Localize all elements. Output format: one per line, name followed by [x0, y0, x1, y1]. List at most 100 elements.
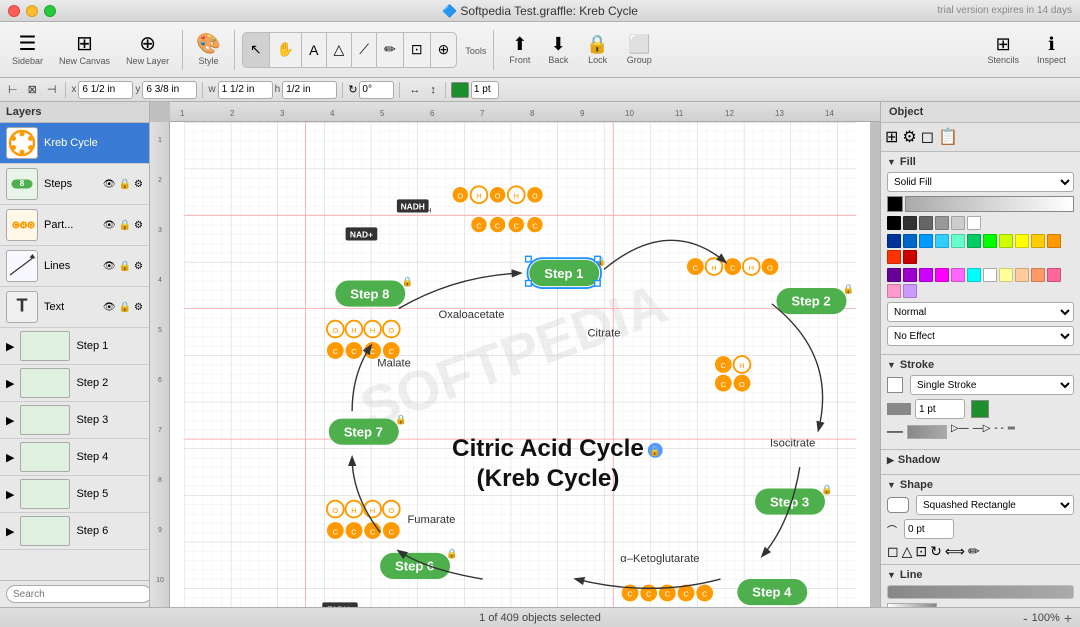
panel-icon-gear[interactable]: ⚙	[902, 127, 916, 147]
shadow-header[interactable]: ▶ Shadow	[887, 454, 1074, 466]
style-button[interactable]: 🎨 Style	[190, 32, 227, 68]
swatch-p6[interactable]	[967, 268, 981, 282]
swatch-p9[interactable]	[1015, 268, 1029, 282]
zoom-tool[interactable]: ⊕	[431, 33, 457, 67]
lock-icon-lines[interactable]: 🔒	[119, 261, 131, 272]
swatch-lightgray[interactable]	[951, 216, 965, 230]
swatch-11[interactable]	[1047, 234, 1061, 248]
eye-icon-steps[interactable]: 👁	[103, 179, 116, 190]
new-layer-button[interactable]: ⊕ New Layer	[120, 32, 175, 68]
y-input[interactable]	[142, 81, 197, 99]
minimize-button[interactable]	[26, 5, 38, 17]
align-right[interactable]: ⊣	[43, 82, 61, 97]
stroke-end-cap[interactable]: —▷	[973, 423, 991, 441]
align-left[interactable]: ⊢	[4, 82, 22, 97]
eye-icon-part[interactable]: 👁	[103, 220, 116, 231]
lock-button[interactable]: 🔒 Lock	[578, 30, 616, 69]
step-expand-6[interactable]: ▶ Step 6	[0, 513, 149, 550]
flip-h[interactable]: ↔	[405, 83, 424, 97]
inspect-button[interactable]: ℹ Inspect	[1029, 30, 1074, 69]
swatch-9[interactable]	[1015, 234, 1029, 248]
group-button[interactable]: ⬜ Group	[619, 30, 660, 69]
blend-mode-select[interactable]: Normal	[887, 302, 1074, 322]
step-expand-2[interactable]: ▶ Step 2	[0, 365, 149, 402]
stroke-width-input[interactable]	[471, 81, 499, 99]
step-expand-3[interactable]: ▶ Step 3	[0, 402, 149, 439]
fill-opacity-slider[interactable]	[905, 196, 1074, 212]
shape-edit-tool[interactable]: ✏	[968, 543, 980, 560]
settings-icon-lines[interactable]: ⚙	[134, 261, 143, 272]
canvas-container[interactable]: 1 2 3 4 5 6 7 8 9 10 11 12 13 14	[150, 102, 880, 607]
swatch-p8[interactable]	[999, 268, 1013, 282]
shape-wedge-tool[interactable]: △	[902, 543, 913, 560]
swatch-6[interactable]	[967, 234, 981, 248]
swatch-p11[interactable]	[1047, 268, 1061, 282]
shape-mirror-tool[interactable]: ⟺	[945, 543, 965, 560]
corner-input[interactable]	[904, 519, 954, 539]
maximize-button[interactable]	[44, 5, 56, 17]
stroke-color-preview[interactable]	[887, 377, 903, 393]
line-type-bar[interactable]	[887, 585, 1074, 599]
swatch-p4[interactable]	[935, 268, 949, 282]
shape-rotate-tool[interactable]: ↻	[930, 543, 942, 560]
layer-item-part[interactable]: C H O Part... 👁 🔒 ⚙	[0, 205, 149, 246]
swatch-p3[interactable]	[919, 268, 933, 282]
magnet-tool[interactable]: ⊡	[404, 33, 431, 67]
swatch-p12[interactable]	[887, 284, 901, 298]
front-button[interactable]: ⬆ Front	[501, 30, 538, 69]
select-tool[interactable]: ↖	[243, 33, 270, 67]
eye-icon-text[interactable]: 👁	[103, 302, 116, 313]
stroke-dash-style[interactable]: - -	[994, 423, 1003, 441]
stroke-color-well[interactable]	[451, 82, 469, 98]
stroke-width-field[interactable]	[915, 399, 965, 419]
layer-item-text[interactable]: T Text 👁 🔒 ⚙	[0, 287, 149, 328]
settings-icon-text[interactable]: ⚙	[134, 302, 143, 313]
swatch-7[interactable]	[983, 234, 997, 248]
sidebar-search[interactable]	[6, 585, 150, 603]
swatch-10[interactable]	[1031, 234, 1045, 248]
swatch-p10[interactable]	[1031, 268, 1045, 282]
swatch-p1[interactable]	[887, 268, 901, 282]
back-button[interactable]: ⬇ Back	[540, 30, 576, 69]
layer-item-steps[interactable]: 8 Steps 👁 🔒 ⚙	[0, 164, 149, 205]
stencils-button[interactable]: ⊞ Stencils	[979, 30, 1027, 69]
fill-header[interactable]: ▼ Fill	[887, 156, 1074, 168]
lock-icon-steps[interactable]: 🔒	[119, 179, 131, 190]
x-input[interactable]	[78, 81, 133, 99]
shape-resize-tool[interactable]: ⊡	[915, 543, 927, 560]
stroke-color-swatch[interactable]	[971, 400, 989, 418]
line-header[interactable]: ▼ Line	[887, 569, 1074, 581]
swatch-4[interactable]	[935, 234, 949, 248]
step-expand-1[interactable]: ▶ Step 1	[0, 328, 149, 365]
zoom-out-btn[interactable]: -	[1023, 610, 1028, 626]
line-tool[interactable]: ⟋	[352, 33, 377, 67]
sidebar-toggle[interactable]: ☰ Sidebar	[6, 32, 49, 68]
swatch-3[interactable]	[919, 234, 933, 248]
stroke-start-cap[interactable]: ▷—	[951, 423, 969, 441]
shape-arc-tool[interactable]: ◻	[887, 543, 899, 560]
step-expand-5[interactable]: ▶ Step 5	[0, 476, 149, 513]
stroke-type-select[interactable]: Single Stroke	[910, 375, 1074, 395]
lock-icon-text[interactable]: 🔒	[119, 302, 131, 313]
settings-icon-part[interactable]: ⚙	[134, 220, 143, 231]
shape-header[interactable]: ▼ Shape	[887, 479, 1074, 491]
swatch-black[interactable]	[887, 216, 901, 230]
swatch-p2[interactable]	[903, 268, 917, 282]
layer-item-kreb-cycle[interactable]: Kreb Cycle	[0, 123, 149, 164]
text-tool[interactable]: A	[302, 33, 326, 67]
align-center-h[interactable]: ⊠	[24, 82, 41, 97]
pen-tool[interactable]: ✏	[377, 33, 404, 67]
canvas-area[interactable]: 1 2 3 4 5 6 7 8 9 10 11 12 13 14	[150, 102, 880, 607]
fill-type-select[interactable]: Solid Fill	[887, 172, 1074, 192]
panel-icon-box[interactable]: ◻	[921, 127, 934, 147]
width-input[interactable]	[218, 81, 273, 99]
swatch-p13[interactable]	[903, 284, 917, 298]
swatch-1[interactable]	[887, 234, 901, 248]
swatch-p5[interactable]	[951, 268, 965, 282]
new-canvas-button[interactable]: ⊞ New Canvas	[53, 32, 116, 68]
diagram-canvas[interactable]: SOFTPEDIA Step 1 🔒 Step 2 🔒	[170, 122, 870, 607]
zoom-in-btn[interactable]: +	[1064, 610, 1072, 626]
panel-icon-grid[interactable]: ⊞	[885, 127, 898, 147]
stroke-opacity-bar[interactable]	[907, 425, 947, 439]
step-expand-4[interactable]: ▶ Step 4	[0, 439, 149, 476]
